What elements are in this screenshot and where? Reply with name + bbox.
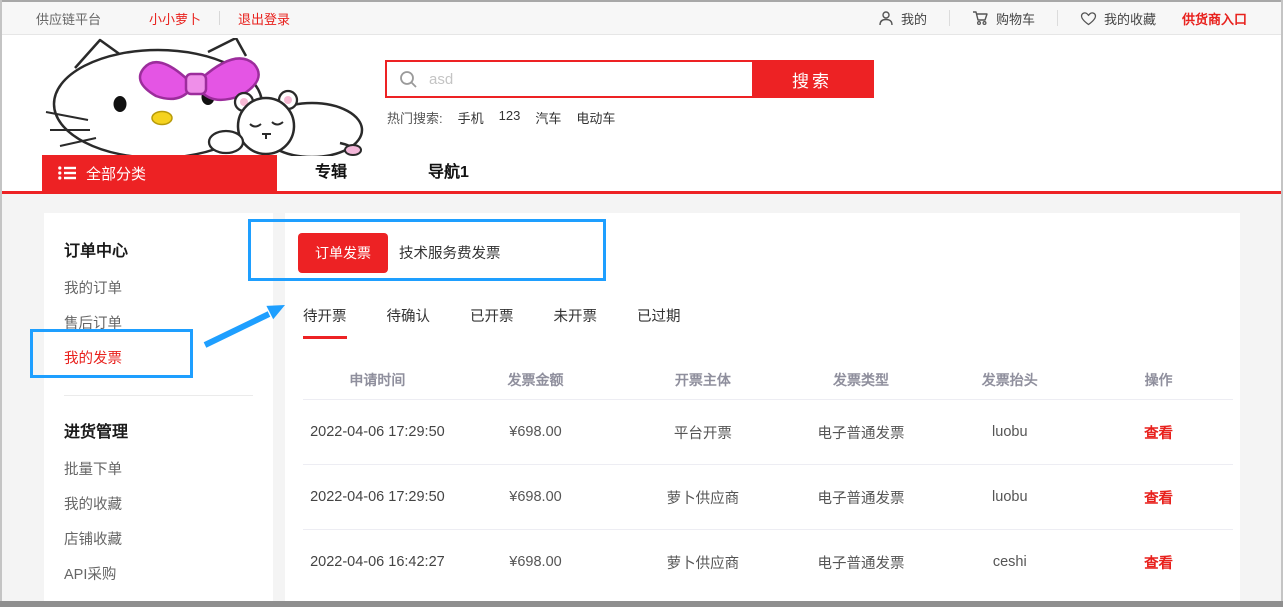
window-bottom-edge <box>0 601 1283 607</box>
all-categories-label: 全部分类 <box>86 163 146 184</box>
cell-apply-time: 2022-04-06 17:29:50 <box>303 489 452 505</box>
cell-type: 电子普通发票 <box>787 487 936 508</box>
filter-to-confirm[interactable]: 待确认 <box>387 305 431 326</box>
nav-item-album[interactable]: 专辑 <box>315 155 347 191</box>
all-categories-button[interactable]: 全部分类 <box>42 155 277 191</box>
annotation-arrow <box>195 297 295 352</box>
cell-amount: ¥698.00 <box>452 424 619 440</box>
col-apply-time: 申请时间 <box>303 370 452 390</box>
divider <box>219 11 220 25</box>
sidebar-section-title-orders: 订单中心 <box>64 237 273 261</box>
view-invoice-link[interactable]: 查看 <box>1144 491 1173 507</box>
cell-apply-time: 2022-04-06 17:29:50 <box>303 424 452 440</box>
search-button[interactable]: 搜索 <box>752 62 872 96</box>
person-icon <box>878 10 894 26</box>
nav-underline <box>0 191 1283 194</box>
sidebar-divider <box>64 395 253 396</box>
annotation-box-invoice-tabs <box>248 219 606 281</box>
my-account-label: 我的 <box>901 9 927 28</box>
divider <box>949 10 950 26</box>
favorites-link[interactable]: 我的收藏 <box>1080 9 1156 28</box>
sidebar-item-api-purchase[interactable]: API采购 <box>64 567 273 583</box>
cell-title: luobu <box>935 424 1084 440</box>
heart-icon <box>1080 11 1097 26</box>
col-amount: 发票金额 <box>452 370 619 390</box>
col-action: 操作 <box>1084 370 1233 390</box>
window-edge <box>0 0 1283 2</box>
divider <box>1057 10 1058 26</box>
browser-window: 供应链平台 小小萝卜 退出登录 我的 购物车 我的收藏 供货商入口 <box>0 0 1283 607</box>
table-row: 2022-04-06 17:29:50 ¥698.00 萝卜供应商 电子普通发票… <box>303 464 1233 529</box>
username-link[interactable]: 小小萝卜 <box>149 9 201 28</box>
search-box: 搜索 <box>385 60 874 98</box>
view-invoice-link[interactable]: 查看 <box>1144 556 1173 572</box>
cell-type: 电子普通发票 <box>787 552 936 573</box>
filter-not-issued[interactable]: 未开票 <box>554 305 598 326</box>
col-title: 发票抬头 <box>935 370 1084 390</box>
cell-apply-time: 2022-04-06 16:42:27 <box>303 554 452 570</box>
kitty-logo-image <box>40 38 365 156</box>
sidebar-item-my-orders[interactable]: 我的订单 <box>64 281 273 297</box>
cell-title: ceshi <box>935 554 1084 570</box>
category-list-icon <box>58 166 76 180</box>
table-header-row: 申请时间 发票金额 开票主体 发票类型 发票抬头 操作 <box>303 361 1233 399</box>
sidebar-item-bulk-order[interactable]: 批量下单 <box>64 462 273 478</box>
cell-issuer: 萝卜供应商 <box>619 552 786 573</box>
window-edge <box>0 0 2 607</box>
my-account-link[interactable]: 我的 <box>878 9 927 28</box>
cell-amount: ¥698.00 <box>452 554 619 570</box>
cell-amount: ¥698.00 <box>452 489 619 505</box>
filter-issued[interactable]: 已开票 <box>470 305 514 326</box>
hot-search-item[interactable]: 123 <box>499 108 521 127</box>
hot-search-label: 热门搜索: <box>387 108 443 127</box>
hot-search-row: 热门搜索: 手机 123 汽车 电动车 <box>387 108 615 127</box>
hot-search-item[interactable]: 汽车 <box>535 108 561 127</box>
topbar: 供应链平台 小小萝卜 退出登录 我的 购物车 我的收藏 供货商入口 <box>0 2 1283 35</box>
cart-link[interactable]: 购物车 <box>972 9 1035 28</box>
cell-type: 电子普通发票 <box>787 422 936 443</box>
hot-search-item[interactable]: 电动车 <box>576 108 615 127</box>
sidebar-section-title-purchasing: 进货管理 <box>64 418 273 442</box>
logout-link[interactable]: 退出登录 <box>238 9 290 28</box>
annotation-box-my-invoices <box>30 329 193 378</box>
col-issuer: 开票主体 <box>619 370 786 390</box>
favorites-label: 我的收藏 <box>1104 9 1156 28</box>
table-row: 2022-04-06 16:42:27 ¥698.00 萝卜供应商 电子普通发票… <box>303 529 1233 594</box>
nav-item-nav1[interactable]: 导航1 <box>428 155 469 191</box>
cell-title: luobu <box>935 489 1084 505</box>
table-row: 2022-04-06 17:29:50 ¥698.00 平台开票 电子普通发票 … <box>303 399 1233 464</box>
view-invoice-link[interactable]: 查看 <box>1144 426 1173 442</box>
sidebar-item-my-favorites[interactable]: 我的收藏 <box>64 497 273 513</box>
filter-pending[interactable]: 待开票 <box>303 305 347 326</box>
sidebar-item-shop-favorites[interactable]: 店铺收藏 <box>64 532 273 548</box>
invoice-status-filters: 待开票 待确认 已开票 未开票 已过期 <box>303 305 681 326</box>
search-icon <box>399 70 418 89</box>
cart-label: 购物车 <box>996 9 1035 28</box>
filter-expired[interactable]: 已过期 <box>637 305 681 326</box>
brand-title: 供应链平台 <box>36 9 101 28</box>
hot-search-item[interactable]: 手机 <box>458 108 484 127</box>
cart-icon <box>972 10 989 26</box>
supplier-entry-link[interactable]: 供货商入口 <box>1182 9 1247 28</box>
col-type: 发票类型 <box>787 370 936 390</box>
search-input[interactable] <box>387 62 752 96</box>
sidebar: 订单中心 我的订单 售后订单 我的发票 进货管理 批量下单 我的收藏 店铺收藏 … <box>44 213 273 602</box>
site-logo <box>40 38 365 156</box>
cell-issuer: 平台开票 <box>619 422 786 443</box>
invoice-table: 申请时间 发票金额 开票主体 发票类型 发票抬头 操作 2022-04-06 1… <box>303 361 1233 594</box>
cell-issuer: 萝卜供应商 <box>619 487 786 508</box>
